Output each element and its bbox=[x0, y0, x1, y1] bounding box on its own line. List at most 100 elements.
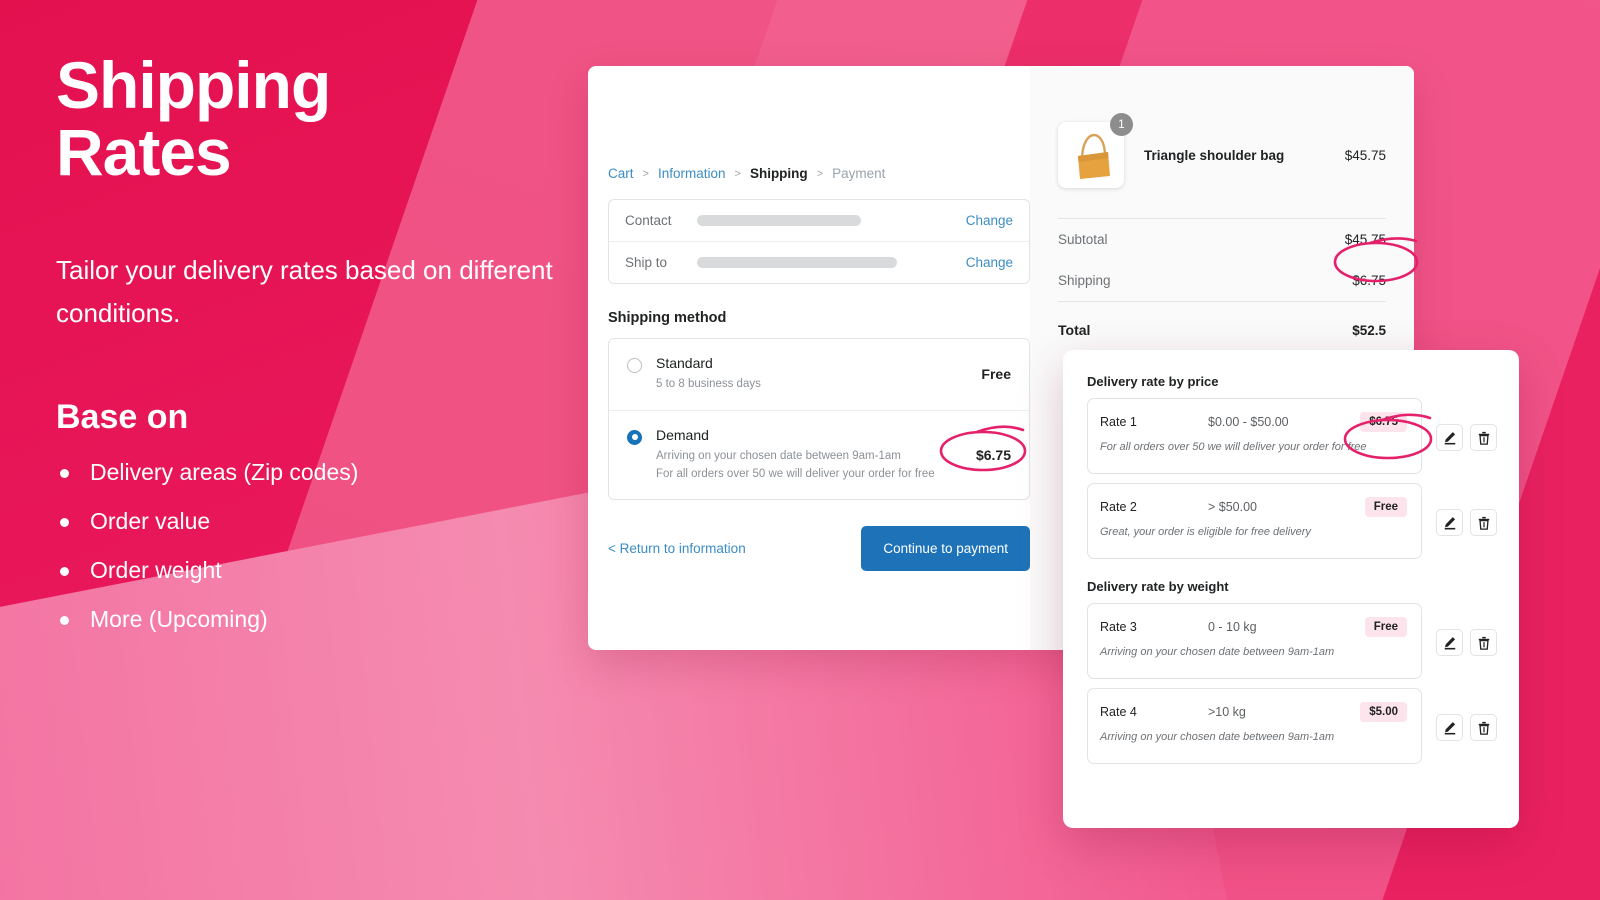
pencil-icon bbox=[1444, 431, 1455, 444]
shipto-change-link[interactable]: Change bbox=[966, 255, 1013, 270]
rates-by-price-title: Delivery rate by price bbox=[1087, 374, 1219, 389]
standard-name: Standard bbox=[656, 355, 713, 371]
contact-label: Contact bbox=[625, 213, 672, 228]
product-price: $45.75 bbox=[1344, 147, 1386, 163]
total-value: $52.5 bbox=[1352, 323, 1386, 338]
rate-2-name: Rate 2 bbox=[1100, 500, 1137, 514]
chevron-right-icon: > bbox=[816, 167, 824, 180]
rate-card-4[interactable]: Rate 4 >10 kg $5.00 Arriving on your cho… bbox=[1087, 688, 1422, 764]
breadcrumb-payment: Payment bbox=[832, 166, 886, 181]
demand-desc-2: For all orders over 50 we will deliver y… bbox=[656, 467, 935, 480]
chevron-right-icon: > bbox=[734, 167, 741, 180]
breadcrumb-cart[interactable]: Cart bbox=[608, 166, 634, 181]
rate-row: Rate 2 > $50.00 Free Great, your order i… bbox=[1087, 483, 1497, 559]
rate-3-range: 0 - 10 kg bbox=[1208, 620, 1257, 634]
rate-row: Rate 4 >10 kg $5.00 Arriving on your cho… bbox=[1087, 688, 1497, 764]
chevron-right-icon: > bbox=[642, 167, 649, 180]
rate-2-header: Rate 2 > $50.00 Free bbox=[1100, 497, 1407, 517]
feature-list: Delivery areas (Zip codes) Order value O… bbox=[56, 460, 576, 631]
breadcrumb: Cart > Information > Shipping > Payment bbox=[608, 166, 1030, 181]
rate-3-actions bbox=[1436, 629, 1497, 656]
checkout-actions: < Return to information Continue to paym… bbox=[608, 526, 1030, 572]
demand-desc-1: Arriving on your chosen date between 9am… bbox=[656, 449, 901, 462]
standard-text-block: Standard 5 to 8 business days bbox=[656, 355, 761, 394]
radio-standard[interactable] bbox=[627, 358, 642, 373]
radio-demand[interactable] bbox=[627, 429, 642, 445]
headline-line-2: Rates bbox=[56, 115, 232, 190]
summary-row-total: Total $52.5 bbox=[1058, 302, 1386, 351]
rate-3-name: Rate 3 bbox=[1100, 620, 1137, 634]
delete-rate-3-button[interactable] bbox=[1470, 629, 1497, 656]
rate-2-range: > $50.00 bbox=[1208, 500, 1258, 514]
rate-2-note: Great, your order is eligible for free d… bbox=[1100, 526, 1311, 538]
product-thumbnail-wrap: 1 bbox=[1058, 113, 1133, 188]
rate-2-actions bbox=[1436, 509, 1497, 536]
delete-rate-4-button[interactable] bbox=[1470, 714, 1497, 741]
rate-1-badge: $6.75 bbox=[1360, 412, 1407, 432]
shipping-label: Shipping bbox=[1058, 273, 1111, 288]
pencil-icon bbox=[1444, 516, 1455, 529]
shipping-value: $6.75 bbox=[1352, 273, 1386, 288]
rate-row: Rate 1 $0.00 - $50.00 $6.75 For all orde… bbox=[1087, 398, 1497, 474]
pencil-icon bbox=[1444, 721, 1455, 734]
rate-1-name: Rate 1 bbox=[1100, 415, 1137, 429]
edit-rate-1-button[interactable] bbox=[1436, 424, 1463, 451]
demand-text-block: Demand Arriving on your chosen date betw… bbox=[656, 427, 935, 484]
contact-change-link[interactable]: Change bbox=[966, 213, 1013, 228]
rate-card-2[interactable]: Rate 2 > $50.00 Free Great, your order i… bbox=[1087, 483, 1422, 559]
subtotal-value: $45.75 bbox=[1344, 232, 1386, 247]
standard-price: Free bbox=[981, 366, 1011, 383]
shipto-label: Ship to bbox=[625, 255, 668, 270]
list-item: More (Upcoming) bbox=[56, 607, 576, 631]
rate-3-badge: Free bbox=[1364, 617, 1407, 637]
breadcrumb-shipping[interactable]: Shipping bbox=[750, 166, 808, 181]
shipto-value-placeholder bbox=[697, 257, 897, 268]
rate-4-range: >10 kg bbox=[1208, 705, 1246, 719]
promo-screenshot: Shipping Rates Tailor your delivery rate… bbox=[0, 0, 1600, 900]
edit-rate-2-button[interactable] bbox=[1436, 509, 1463, 536]
page-title: Shipping Rates bbox=[56, 51, 576, 190]
base-on-title: Base on bbox=[56, 397, 189, 436]
contact-value-placeholder bbox=[697, 215, 861, 226]
standard-desc: 5 to 8 business days bbox=[656, 378, 761, 390]
rate-row: Rate 3 0 - 10 kg Free Arriving on your c… bbox=[1087, 603, 1497, 679]
summary-row-subtotal: Subtotal $45.75 bbox=[1058, 219, 1386, 260]
rate-card-1[interactable]: Rate 1 $0.00 - $50.00 $6.75 For all orde… bbox=[1087, 398, 1422, 474]
shipping-method-title: Shipping method bbox=[608, 310, 727, 326]
continue-to-payment-button[interactable]: Continue to payment bbox=[861, 526, 1030, 572]
delete-rate-2-button[interactable] bbox=[1470, 509, 1497, 536]
delivery-rates-panel: Delivery rate by price Rate 1 $0.00 - $5… bbox=[1063, 350, 1519, 828]
rate-1-note: For all orders over 50 we will deliver y… bbox=[1100, 441, 1367, 453]
rate-1-header: Rate 1 $0.00 - $50.00 $6.75 bbox=[1100, 412, 1407, 432]
rate-4-header: Rate 4 >10 kg $5.00 bbox=[1100, 702, 1407, 722]
trash-icon bbox=[1478, 636, 1489, 650]
trash-icon bbox=[1478, 721, 1489, 735]
return-to-information-link[interactable]: < Return to information bbox=[608, 541, 746, 556]
rate-1-actions bbox=[1436, 424, 1497, 451]
pencil-icon bbox=[1444, 636, 1455, 649]
rate-4-badge: $5.00 bbox=[1360, 702, 1407, 722]
trash-icon bbox=[1478, 431, 1489, 445]
rates-by-weight-title: Delivery rate by weight bbox=[1087, 579, 1229, 594]
edit-rate-4-button[interactable] bbox=[1436, 714, 1463, 741]
list-item: Order weight bbox=[56, 558, 576, 582]
delete-rate-1-button[interactable] bbox=[1470, 424, 1497, 451]
marketing-column: Shipping Rates Tailor your delivery rate… bbox=[56, 51, 576, 657]
shipping-method-list: Standard 5 to 8 business days Free Deman… bbox=[608, 338, 1030, 501]
list-item: Order value bbox=[56, 509, 576, 533]
rate-2-badge: Free bbox=[1364, 497, 1407, 517]
checkout-main-column: Cart > Information > Shipping > Payment … bbox=[588, 66, 1030, 650]
total-label: Total bbox=[1058, 322, 1091, 338]
trash-icon bbox=[1478, 516, 1489, 530]
rate-card-3[interactable]: Rate 3 0 - 10 kg Free Arriving on your c… bbox=[1087, 603, 1422, 679]
demand-name: Demand bbox=[656, 426, 709, 443]
breadcrumb-information[interactable]: Information bbox=[658, 166, 726, 181]
shipping-option-demand[interactable]: Demand Arriving on your chosen date betw… bbox=[609, 409, 1029, 500]
rate-1-range: $0.00 - $50.00 bbox=[1208, 415, 1289, 429]
list-item: Delivery areas (Zip codes) bbox=[56, 460, 576, 484]
contact-row: Contact Change bbox=[609, 200, 1029, 241]
shipping-option-standard[interactable]: Standard 5 to 8 business days Free bbox=[609, 339, 1029, 410]
rate-3-header: Rate 3 0 - 10 kg Free bbox=[1100, 617, 1407, 637]
edit-rate-3-button[interactable] bbox=[1436, 629, 1463, 656]
rate-4-note: Arriving on your chosen date between 9am… bbox=[1100, 731, 1335, 743]
